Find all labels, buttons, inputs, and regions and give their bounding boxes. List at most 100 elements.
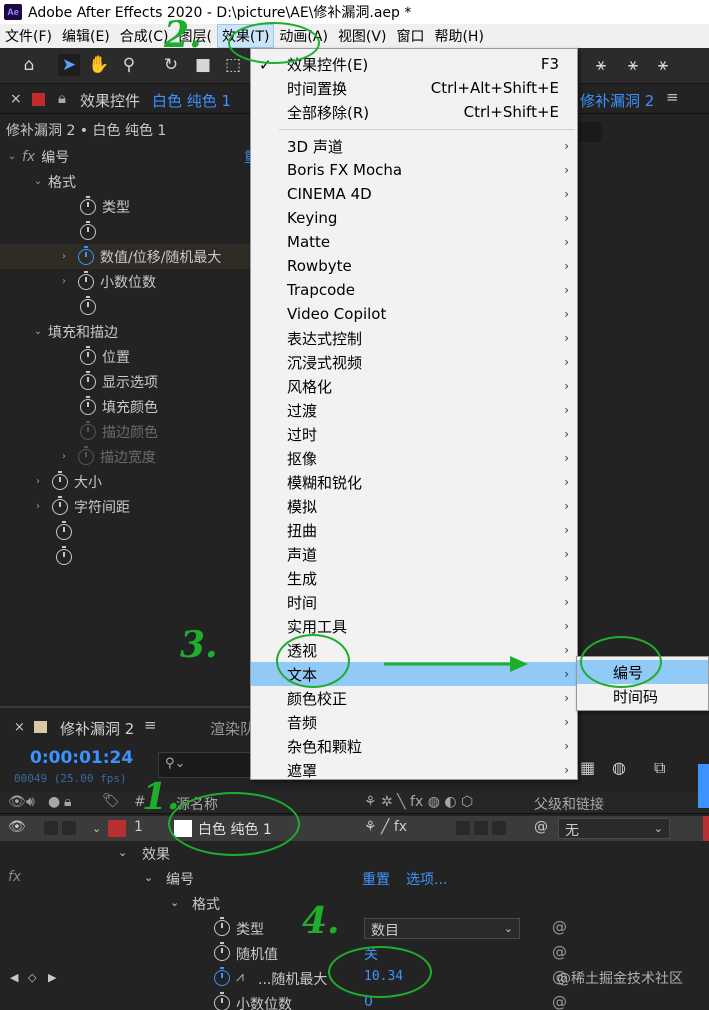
add-keyframe-icon[interactable]: ◇ (28, 971, 36, 984)
twirl-open-icon[interactable]: ⌄ (32, 176, 44, 187)
menu-category-item[interactable]: 遮罩 › (251, 758, 577, 782)
camera-tool-icon[interactable]: ■ (192, 54, 214, 76)
next-keyframe-icon[interactable]: ▶ (48, 971, 56, 984)
panel-menu-icon[interactable]: ≡ (144, 716, 157, 734)
stopwatch-icon[interactable] (56, 520, 72, 540)
panel-menu-icon[interactable]: ≡ (666, 88, 679, 106)
layer-switches[interactable]: ⚘ ╱ fx (364, 819, 407, 835)
stopwatch-icon[interactable] (80, 395, 96, 415)
menu-category-item[interactable]: 实用工具 › (251, 614, 577, 638)
value-offset-random-max-row[interactable]: › 数值/位移/随机最大 (0, 244, 250, 269)
options-link[interactable]: 选项... (406, 869, 447, 889)
stopwatch-icon[interactable] (80, 295, 96, 315)
stopwatch-icon[interactable] (214, 917, 230, 936)
menu-category-item[interactable]: 抠像 › (251, 446, 577, 470)
twirl-closed-icon[interactable]: › (58, 276, 70, 287)
audio-column-icon[interactable]: 🔊︎ (26, 794, 35, 810)
menu-category-item[interactable]: 过时 › (251, 422, 577, 446)
menu-category-item[interactable]: 颜色校正 › (251, 686, 577, 710)
effects-group-row[interactable]: ⌄ 效果 (0, 841, 709, 866)
stopwatch-icon[interactable] (52, 470, 68, 490)
switch-box[interactable] (474, 821, 488, 835)
film-icon[interactable]: ▦ (580, 758, 595, 777)
menu-file[interactable]: 文件(F) (0, 24, 57, 48)
numbers-effect-row[interactable]: fx ⌄ 编号 重置 选项... (0, 866, 709, 891)
rotate-tool-icon[interactable]: ↻ (160, 54, 182, 76)
fill-stroke-group-row[interactable]: ⌄ 填充和描边 (0, 319, 250, 344)
expression-pickwhip-icon[interactable]: @ (552, 993, 567, 1010)
fx-icon[interactable]: fx (22, 149, 35, 165)
menu-category-item[interactable]: 风格化 › (251, 374, 577, 398)
twirl-open-icon[interactable]: ⌄ (32, 326, 44, 337)
reset-link[interactable]: 重置 (362, 869, 390, 889)
label-column-icon[interactable]: 🏷︎ (102, 793, 120, 809)
lock-column-icon[interactable]: 🔒︎ (64, 794, 71, 810)
render-queue-tab[interactable]: 渲染队 (210, 718, 255, 739)
audio-toggle[interactable] (44, 821, 58, 835)
hand-tool-icon[interactable]: ✋ (88, 54, 110, 76)
visibility-column-icon[interactable]: 👁︎ (8, 794, 26, 810)
format-group-row[interactable]: ⌄ 格式 (0, 891, 709, 916)
stopwatch-active-icon[interactable] (78, 245, 94, 265)
menu-category-item[interactable]: 声道 › (251, 542, 577, 566)
stopwatch-icon[interactable] (56, 545, 72, 565)
expression-pickwhip-icon[interactable]: @ (552, 943, 567, 961)
prev-keyframe-icon[interactable]: ◀ (10, 971, 18, 984)
stopwatch-active-icon[interactable] (214, 967, 230, 986)
pickwhip-icon[interactable]: @ (534, 819, 548, 835)
current-timecode[interactable]: 0:00:01:24 (30, 748, 133, 768)
stopwatch-icon[interactable] (214, 992, 230, 1010)
menu-category-item[interactable]: Video Copilot › (251, 302, 577, 326)
menu-category-item[interactable]: CINEMA 4D › (251, 182, 577, 206)
effect-number-row[interactable]: ⌄ fx 编号 重 (0, 144, 258, 169)
menu-category-item[interactable]: 音频 › (251, 710, 577, 734)
switches-column-icons[interactable]: ⚘ ✲ ╲ fx ◍ ◐ ⬡ (364, 794, 473, 810)
menu-category-item[interactable]: 扭曲 › (251, 518, 577, 542)
graph-editor-icon[interactable]: ⧉ (654, 758, 665, 778)
menu-category-item[interactable]: Rowbyte › (251, 254, 577, 278)
fx-icon[interactable]: fx (8, 869, 21, 885)
twirl-closed-icon[interactable]: › (32, 476, 44, 487)
twirl-open-icon[interactable]: ⌄ (92, 822, 101, 835)
stopwatch-icon[interactable] (80, 345, 96, 365)
parent-link-column[interactable]: 父级和链接 (534, 794, 604, 814)
close-panel-icon[interactable]: × (10, 91, 22, 107)
submenu-item-timecode[interactable]: 时间码 (577, 684, 708, 708)
zoom-tool-icon[interactable]: ⚲ (118, 54, 140, 76)
timeline-comp-tab[interactable]: 修补漏洞 2 (60, 718, 134, 739)
stopwatch-icon[interactable] (80, 195, 96, 215)
tracking-row[interactable]: › 字符间距 (0, 494, 250, 519)
layer-label-color[interactable] (108, 820, 126, 837)
lock-icon[interactable]: 🔒︎ (58, 89, 66, 107)
menu-view[interactable]: 视图(V) (333, 24, 392, 48)
twirl-closed-icon[interactable]: › (32, 501, 44, 512)
twirl-open-icon[interactable]: ⌄ (6, 151, 18, 162)
stopwatch-icon[interactable] (80, 370, 96, 390)
puppet-pin-icon[interactable]: ⚹ (590, 54, 612, 76)
menu-category-item[interactable]: 模糊和锐化 › (251, 470, 577, 494)
twirl-open-icon[interactable]: ⌄ (144, 871, 153, 884)
layer-search-input[interactable]: ⚲⌄ (158, 752, 252, 778)
selection-tool-icon[interactable]: ➤ (58, 54, 80, 76)
twirl-closed-icon[interactable]: › (58, 251, 70, 262)
menu-category-item[interactable]: Boris FX Mocha › (251, 158, 577, 182)
close-panel-icon[interactable]: × (14, 720, 25, 735)
solo-column-icon[interactable]: ● (48, 794, 60, 810)
composition-tab[interactable]: 修补漏洞 2 (580, 90, 654, 111)
parent-select[interactable]: 无 ⌄ (558, 818, 670, 839)
format-group-row[interactable]: ⌄ 格式 (0, 169, 250, 194)
menu-category-item[interactable]: 杂色和颗粒 › (251, 734, 577, 758)
home-icon[interactable]: ⌂ (18, 54, 40, 76)
menu-category-item[interactable]: 时间 › (251, 590, 577, 614)
graph-icon[interactable]: ⩘ (236, 969, 244, 985)
decimal-places-row[interactable]: › 小数位数 (0, 269, 250, 294)
effect-controls-tab[interactable]: 效果控件 (80, 90, 140, 111)
puppet-advanced-icon[interactable]: ⚹ (622, 54, 644, 76)
menu-item-remove-all[interactable]: 全部移除(R) Ctrl+Shift+E (251, 100, 577, 124)
menu-category-item[interactable]: Matte › (251, 230, 577, 254)
motion-blur-icon[interactable]: ◍ (612, 758, 626, 777)
switch-box[interactable] (492, 821, 506, 835)
menu-category-item[interactable]: 沉浸式视频 › (251, 350, 577, 374)
time-indicator[interactable] (698, 764, 709, 808)
switch-box[interactable] (456, 821, 470, 835)
